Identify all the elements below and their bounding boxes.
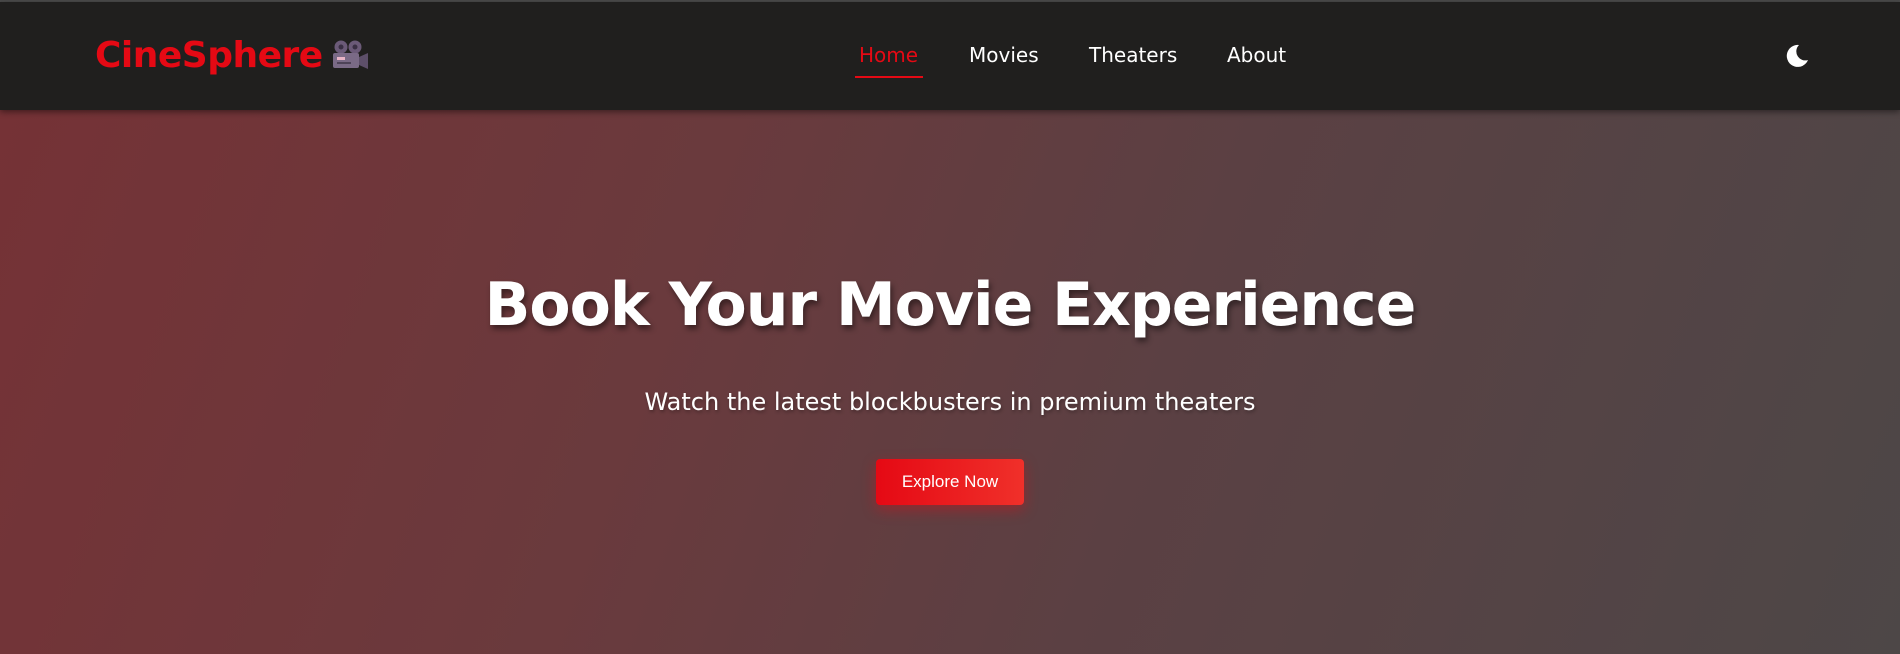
nav-link-about[interactable]: About	[1227, 42, 1286, 68]
explore-now-button[interactable]: Explore Now	[876, 459, 1024, 505]
hero-subtitle: Watch the latest blockbusters in premium…	[644, 388, 1256, 416]
moon-icon	[1784, 44, 1810, 73]
hero-section: Book Your Movie Experience Watch the lat…	[0, 110, 1900, 654]
theme-toggle-button[interactable]	[1784, 43, 1810, 69]
main-nav: Home Movies Theaters About	[0, 2, 1900, 110]
navbar: CineSphere Home Movies Theaters About	[0, 2, 1900, 110]
nav-link-home[interactable]: Home	[859, 42, 918, 68]
nav-link-movies[interactable]: Movies	[969, 42, 1039, 68]
hero-title: Book Your Movie Experience	[484, 270, 1417, 340]
nav-link-theaters[interactable]: Theaters	[1089, 42, 1177, 68]
active-nav-underline	[855, 76, 923, 78]
